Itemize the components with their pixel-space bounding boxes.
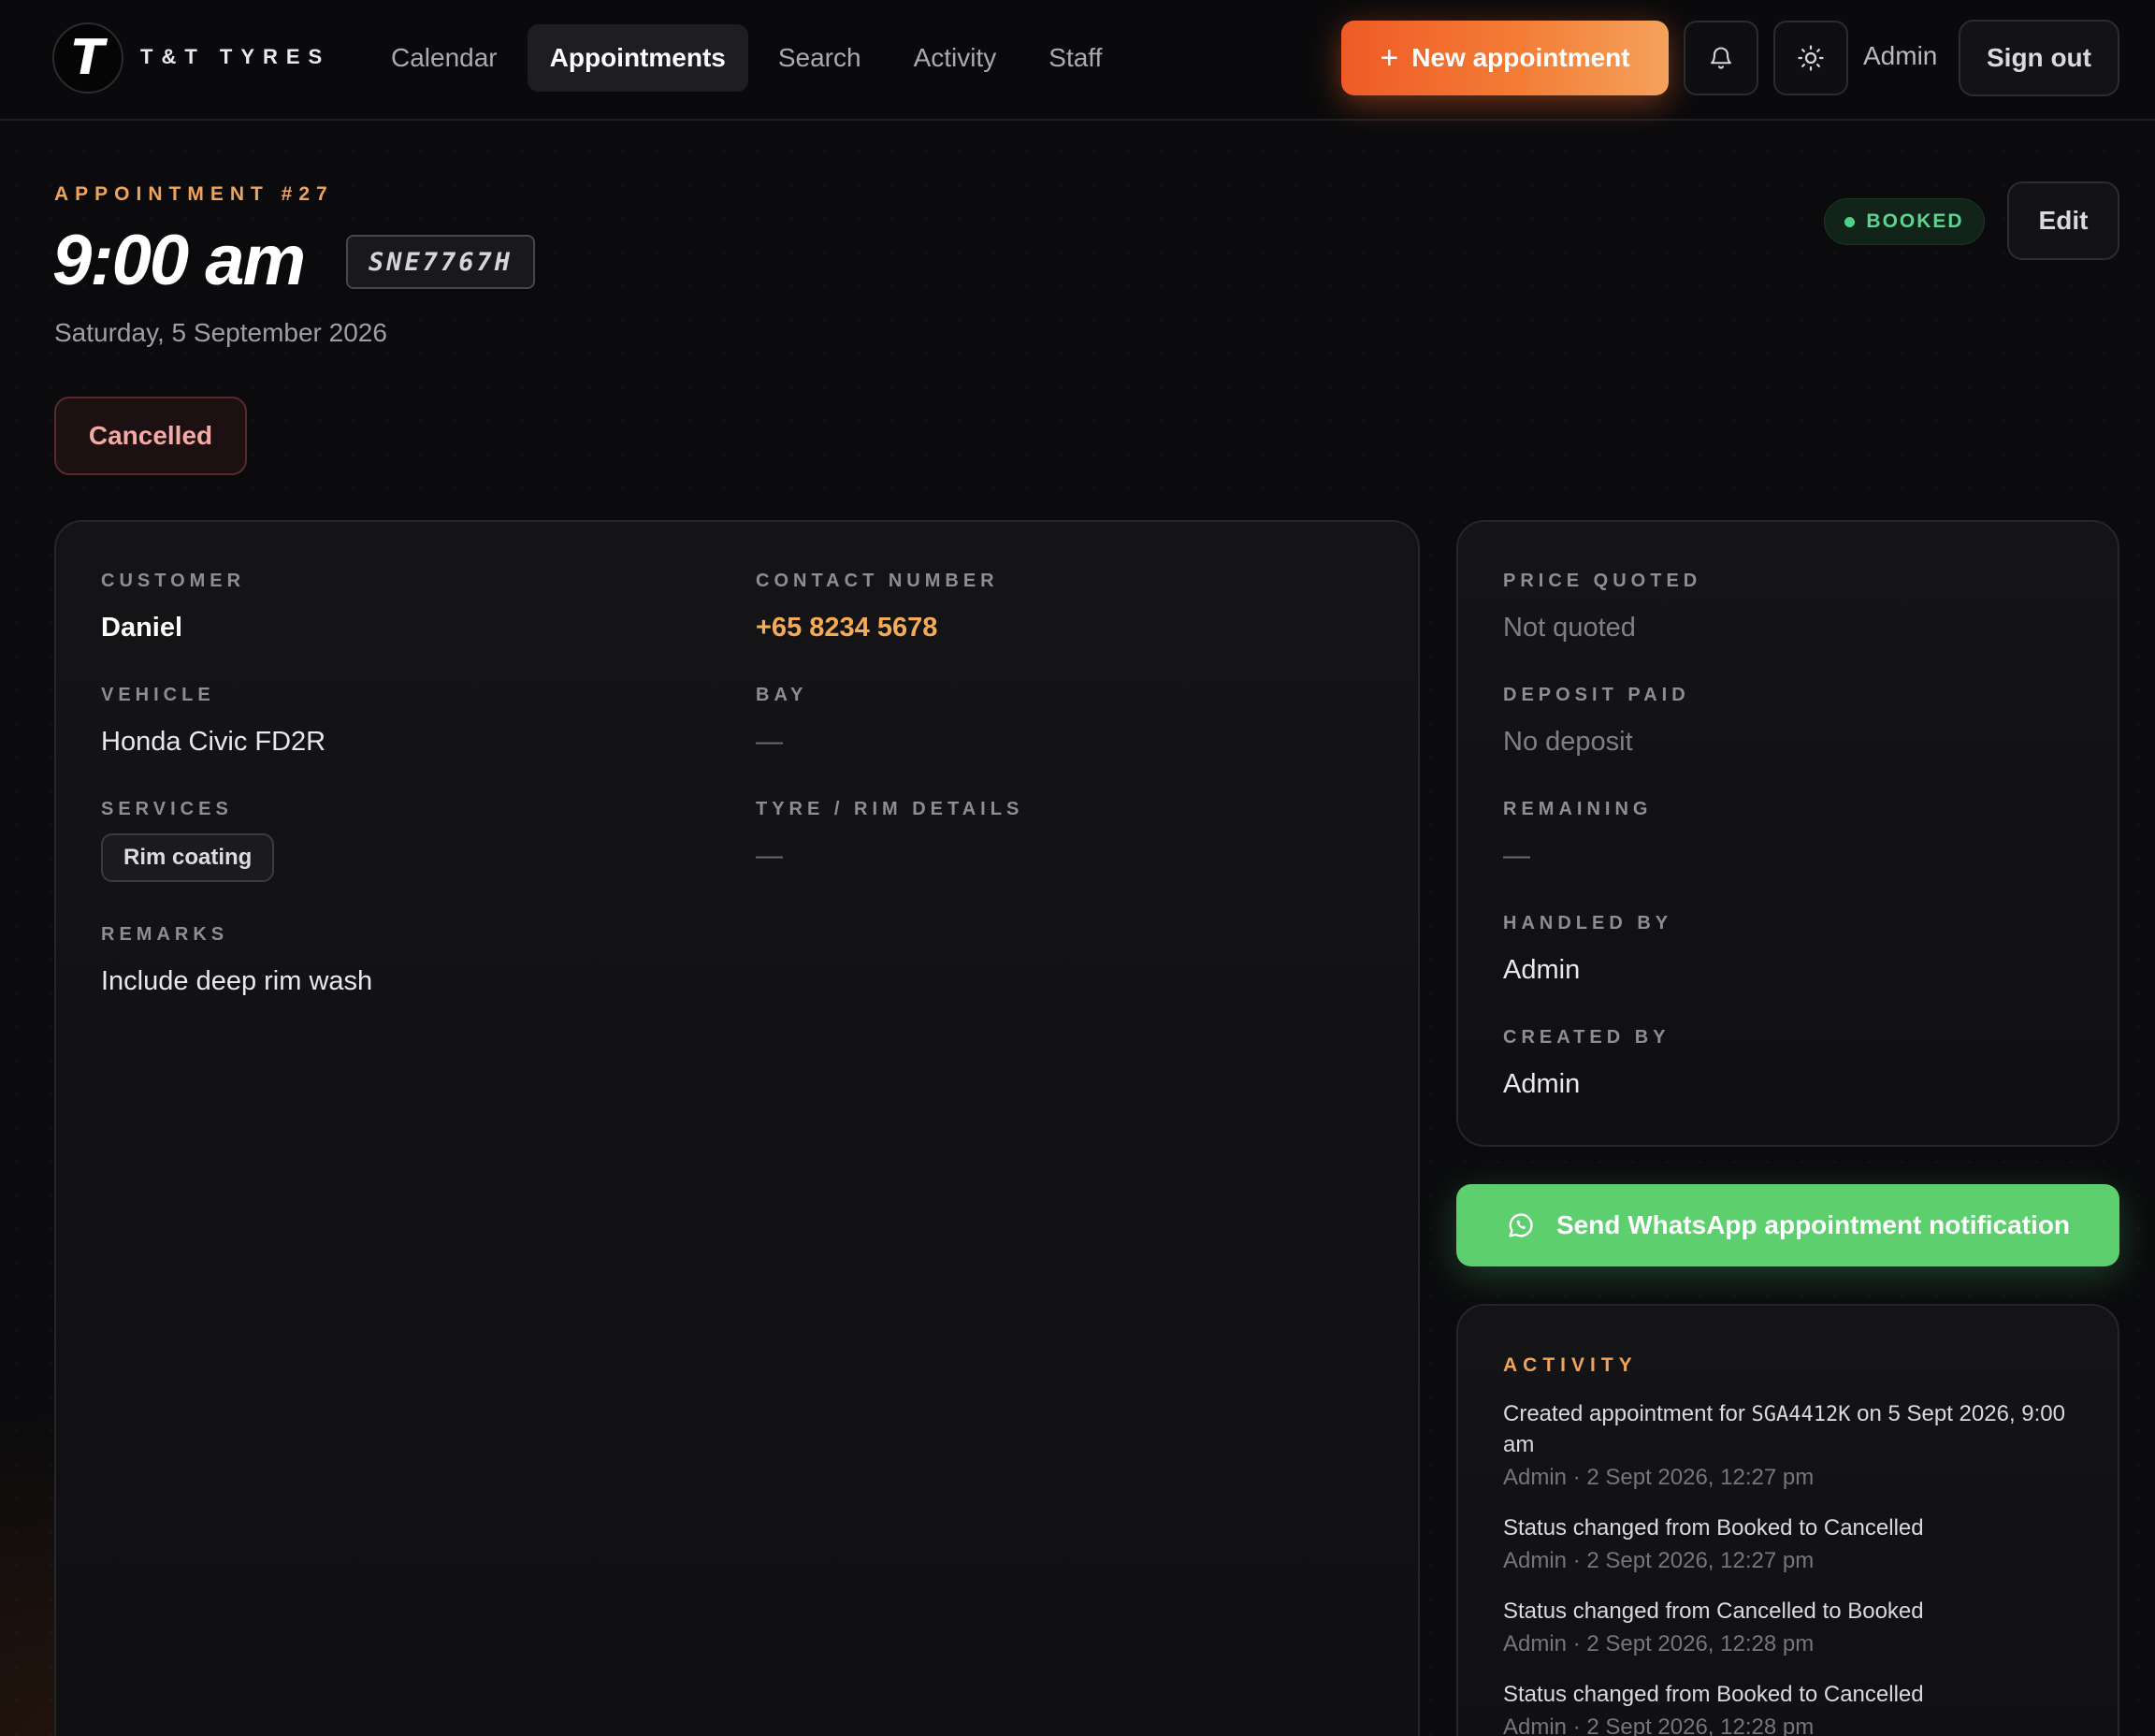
nav-item-calendar[interactable]: Calendar: [369, 24, 520, 92]
remaining-value: —: [1503, 841, 1530, 871]
activity-card: ACTIVITY Created appointment for SGA4412…: [1456, 1304, 2119, 1736]
nav-item-activity[interactable]: Activity: [891, 24, 1020, 92]
customer-label: CUSTOMER: [101, 571, 246, 591]
brand-logo[interactable]: T: [52, 22, 123, 94]
deposit-value: No deposit: [1503, 727, 1633, 757]
remarks-label: REMARKS: [101, 924, 229, 945]
plus-icon: +: [1380, 40, 1399, 76]
vehicle-plate: SNE7767H: [346, 235, 535, 289]
main-nav: Calendar Appointments Search Activity St…: [369, 24, 1132, 92]
theme-toggle-button[interactable]: [1773, 21, 1848, 95]
vehicle-field: VEHICLE Honda Civic FD2R: [101, 685, 325, 758]
created-by-value: Admin: [1503, 1069, 1581, 1099]
status-badge: BOOKED: [1824, 198, 1985, 245]
activity-text: Status changed from Booked to Cancelled: [1503, 1515, 1924, 1541]
activity-item: Status changed from Cancelled to Booked …: [1503, 1597, 2074, 1659]
activity-text: Created appointment for SGA4412K on 5 Se…: [1503, 1401, 2065, 1457]
bay-value: —: [756, 727, 783, 757]
tyre-details-label: TYRE / RIM DETAILS: [756, 799, 1024, 819]
activity-meta: Admin · 2 Sept 2026, 12:28 pm: [1503, 1714, 1815, 1736]
activity-text: Status changed from Booked to Cancelled: [1503, 1682, 1924, 1707]
send-whatsapp-button[interactable]: Send WhatsApp appointment notification: [1456, 1184, 2119, 1266]
top-navigation-bar: T T&T TYRES Calendar Appointments Search…: [0, 0, 2155, 121]
brand-name: T&T TYRES: [140, 45, 331, 68]
status-dot-icon: [1844, 216, 1856, 227]
contact-label: CONTACT NUMBER: [756, 571, 999, 591]
handled-by-value: Admin: [1503, 955, 1581, 985]
price-field: PRICE QUOTED Not quoted: [1503, 571, 1701, 644]
status-badge-label: BOOKED: [1866, 210, 1964, 232]
bay-field: BAY —: [756, 685, 807, 758]
appointment-date: Saturday, 5 September 2026: [54, 318, 387, 347]
activity-meta: Admin · 2 Sept 2026, 12:27 pm: [1503, 1465, 1815, 1490]
sign-out-button[interactable]: Sign out: [1959, 20, 2119, 96]
activity-item: Created appointment for SGA4412K on 5 Se…: [1503, 1399, 2074, 1493]
payment-info-card: PRICE QUOTED Not quoted DEPOSIT PAID No …: [1456, 520, 2119, 1147]
send-whatsapp-label: Send WhatsApp appointment notification: [1555, 1210, 2071, 1239]
customer-field: CUSTOMER Daniel: [101, 571, 245, 644]
activity-plate: SGA4412K: [1751, 1403, 1851, 1426]
handled-by-field: HANDLED BY Admin: [1503, 913, 1672, 986]
price-value: Not quoted: [1503, 613, 1636, 643]
remaining-label: REMAINING: [1503, 799, 1653, 819]
appointment-details-card: CUSTOMER Daniel CONTACT NUMBER +65 8234 …: [54, 520, 1420, 1736]
sun-icon: [1798, 45, 1824, 71]
activity-item: Status changed from Booked to Cancelled …: [1503, 1680, 2074, 1736]
appointment-number: APPOINTMENT #27: [54, 183, 334, 205]
activity-list: Created appointment for SGA4412K on 5 Se…: [1503, 1399, 2074, 1736]
nav-item-appointments[interactable]: Appointments: [527, 24, 748, 92]
activity-item: Status changed from Booked to Cancelled …: [1503, 1513, 2074, 1576]
activity-meta: Admin · 2 Sept 2026, 12:27 pm: [1503, 1548, 1815, 1573]
bay-label: BAY: [756, 685, 808, 705]
contact-field: CONTACT NUMBER +65 8234 5678: [756, 571, 999, 644]
activity-meta: Admin · 2 Sept 2026, 12:28 pm: [1503, 1631, 1815, 1656]
new-appointment-button[interactable]: + New appointment: [1341, 21, 1669, 95]
activity-text: Status changed from Cancelled to Booked: [1503, 1599, 1924, 1624]
whatsapp-icon: [1509, 1213, 1533, 1237]
nav-item-staff[interactable]: Staff: [1026, 24, 1124, 92]
deposit-label: DEPOSIT PAID: [1503, 685, 1690, 705]
contact-phone-link[interactable]: +65 8234 5678: [756, 613, 999, 644]
handled-by-label: HANDLED BY: [1503, 913, 1673, 933]
deposit-field: DEPOSIT PAID No deposit: [1503, 685, 1690, 758]
appointment-time: 9:00 am: [52, 221, 306, 300]
price-label: PRICE QUOTED: [1503, 571, 1702, 591]
customer-value: Daniel: [101, 613, 183, 643]
edit-button[interactable]: Edit: [2007, 181, 2119, 260]
remaining-field: REMAINING —: [1503, 799, 1652, 872]
vehicle-value: Honda Civic FD2R: [101, 727, 326, 757]
services-field: SERVICES Rim coating: [101, 799, 275, 882]
brand-logo-letter: T: [71, 30, 105, 86]
cancelled-status-button[interactable]: Cancelled: [54, 397, 247, 475]
new-appointment-label: New appointment: [1411, 43, 1630, 72]
remarks-field: REMARKS Include deep rim wash: [101, 924, 372, 997]
notifications-button[interactable]: [1684, 21, 1758, 95]
remarks-value: Include deep rim wash: [101, 966, 373, 996]
tyre-details-field: TYRE / RIM DETAILS —: [756, 799, 1023, 872]
bell-icon: [1711, 47, 1731, 69]
tyre-details-value: —: [756, 841, 783, 871]
nav-item-search[interactable]: Search: [756, 24, 884, 92]
created-by-field: CREATED BY Admin: [1503, 1027, 1670, 1100]
created-by-label: CREATED BY: [1503, 1027, 1670, 1048]
services-label: SERVICES: [101, 799, 233, 819]
service-chip: Rim coating: [101, 833, 275, 882]
vehicle-label: VEHICLE: [101, 685, 215, 705]
activity-title: ACTIVITY: [1503, 1354, 1638, 1376]
current-user-label: Admin: [1863, 41, 1938, 70]
